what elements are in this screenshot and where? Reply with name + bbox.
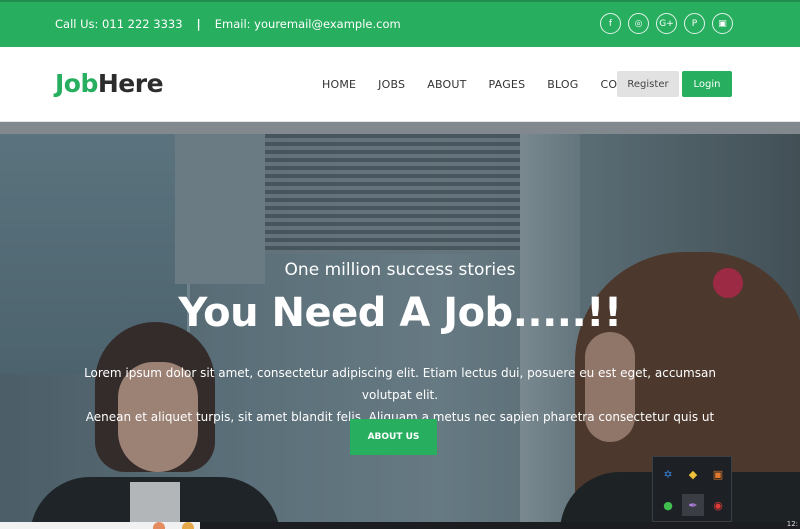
nav-item-pages[interactable]: PAGES <box>489 78 526 91</box>
login-button[interactable]: Login <box>682 71 732 97</box>
google-plus-icon[interactable]: G+ <box>656 13 677 34</box>
nav-item-home[interactable]: HOME <box>322 78 356 91</box>
nav-item-about[interactable]: ABOUT <box>427 78 466 91</box>
record-icon[interactable]: ◉ <box>707 494 729 516</box>
nav-item-jobs[interactable]: JOBS <box>378 78 405 91</box>
taskbar-search-area[interactable] <box>0 522 200 529</box>
site-logo[interactable]: JobHere <box>55 69 164 98</box>
contact-info: Call Us: 011 222 3333 | Email: youremail… <box>55 17 401 31</box>
instagram-icon[interactable]: ▣ <box>712 13 733 34</box>
register-button[interactable]: Register <box>617 71 679 97</box>
logo-part-job: Job <box>55 69 98 98</box>
system-tray-popup: ✡ ◆ ▣ ● ✒ ◉ <box>652 456 732 522</box>
bluetooth-icon[interactable]: ✡ <box>657 463 679 485</box>
security-icon[interactable]: ◆ <box>682 463 704 485</box>
social-links: f ◎ G+ P ▣ <box>600 13 733 34</box>
facebook-icon[interactable]: f <box>600 13 621 34</box>
phone-text: Call Us: 011 222 3333 <box>55 17 183 31</box>
about-us-button[interactable]: ABOUT US <box>350 419 437 455</box>
taskbar-clock[interactable]: 12: <box>787 520 798 528</box>
app-icon[interactable]: ▣ <box>707 463 729 485</box>
nav-item-blog[interactable]: BLOG <box>547 78 578 91</box>
whatsapp-icon[interactable]: ● <box>657 494 679 516</box>
main-navbar: JobHere HOME JOBS ABOUT PAGES BLOG CONTA… <box>0 47 800 122</box>
hero-title: You Need A Job.....!! <box>178 290 622 336</box>
separator: | <box>196 17 201 31</box>
logo-part-here: Here <box>97 69 164 98</box>
hero-subtitle: One million success stories <box>284 260 516 280</box>
rss-icon[interactable]: ◎ <box>628 13 649 34</box>
top-bar: Call Us: 011 222 3333 | Email: youremail… <box>0 0 800 47</box>
taskbar-app-icon-1[interactable] <box>153 522 165 529</box>
pen-icon[interactable]: ✒ <box>682 494 704 516</box>
pinterest-icon[interactable]: P <box>684 13 705 34</box>
hero-description-line-1: Lorem ipsum dolor sit amet, consectetur … <box>84 366 716 402</box>
taskbar-app-icon-2[interactable] <box>182 522 194 529</box>
email-text[interactable]: Email: youremail@example.com <box>215 17 401 31</box>
os-taskbar: 12: <box>0 520 800 529</box>
